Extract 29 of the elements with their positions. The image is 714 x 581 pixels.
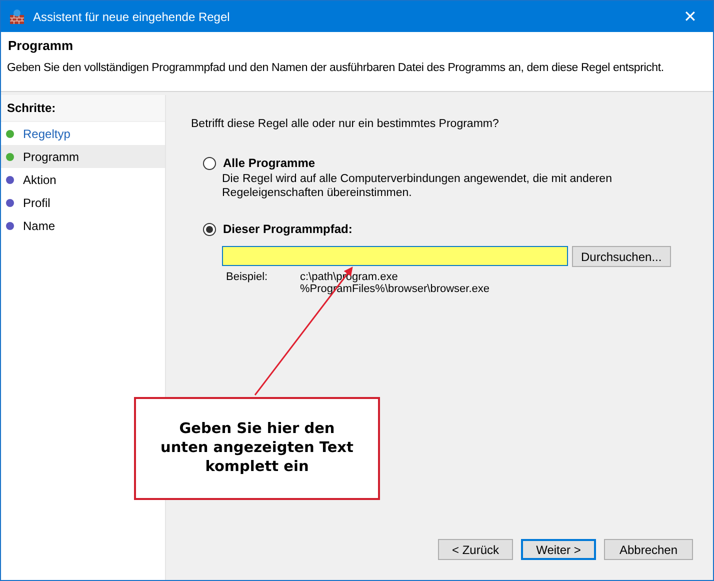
step-item[interactable]: Name <box>1 214 165 237</box>
step-item[interactable]: Profil <box>1 191 165 214</box>
wizard-button[interactable]: Abbrechen <box>604 539 693 560</box>
option-label: Alle Programme <box>223 156 316 170</box>
page-title: Programm <box>8 38 74 53</box>
option-label: Dieser Programmpfad: <box>223 222 352 236</box>
steps-heading: Schritte: <box>1 95 165 122</box>
wizard-button[interactable]: Weiter > <box>521 539 596 560</box>
path-input-field[interactable] <box>222 246 568 266</box>
step-label: Programm <box>23 150 80 164</box>
wizard-button[interactable]: < Zurück <box>438 539 513 560</box>
callout-note: Geben Sie hier den unten angezeigten Text komplett ein <box>134 397 380 500</box>
step-label: Name <box>23 218 56 232</box>
step-item[interactable]: Regeltyp <box>1 122 165 145</box>
firewall-icon <box>9 8 25 24</box>
browse-button[interactable]: Durchsuchen... <box>572 246 671 267</box>
radio-button[interactable] <box>203 156 216 170</box>
window-title: Assistent für neue eingehende Regel <box>33 10 231 24</box>
question-text: Betrifft diese Regel alle oder nur ein bestimmtes Programm? <box>191 118 500 130</box>
radio-button[interactable] <box>203 222 216 236</box>
page-description: Geben Sie den vollständigen Programmpfad und den Namen der ausführbaren Datei des Programms an, dem diese Regel entspricht. <box>7 62 665 74</box>
example-label: Beispiel: <box>226 271 269 285</box>
step-item[interactable]: Aktion <box>1 168 165 191</box>
step-item[interactable]: Programm <box>1 145 165 168</box>
option-description: Die Regel wird auf alle Computerverbindungen angewendet, die mit anderen Regeleigenschaften übereinstimmen. <box>222 172 613 200</box>
step-label: Aktion <box>23 172 56 186</box>
step-label: Profil <box>23 196 50 210</box>
close-button[interactable]: ✕ <box>675 6 705 26</box>
step-label: Regeltyp <box>23 126 70 140</box>
